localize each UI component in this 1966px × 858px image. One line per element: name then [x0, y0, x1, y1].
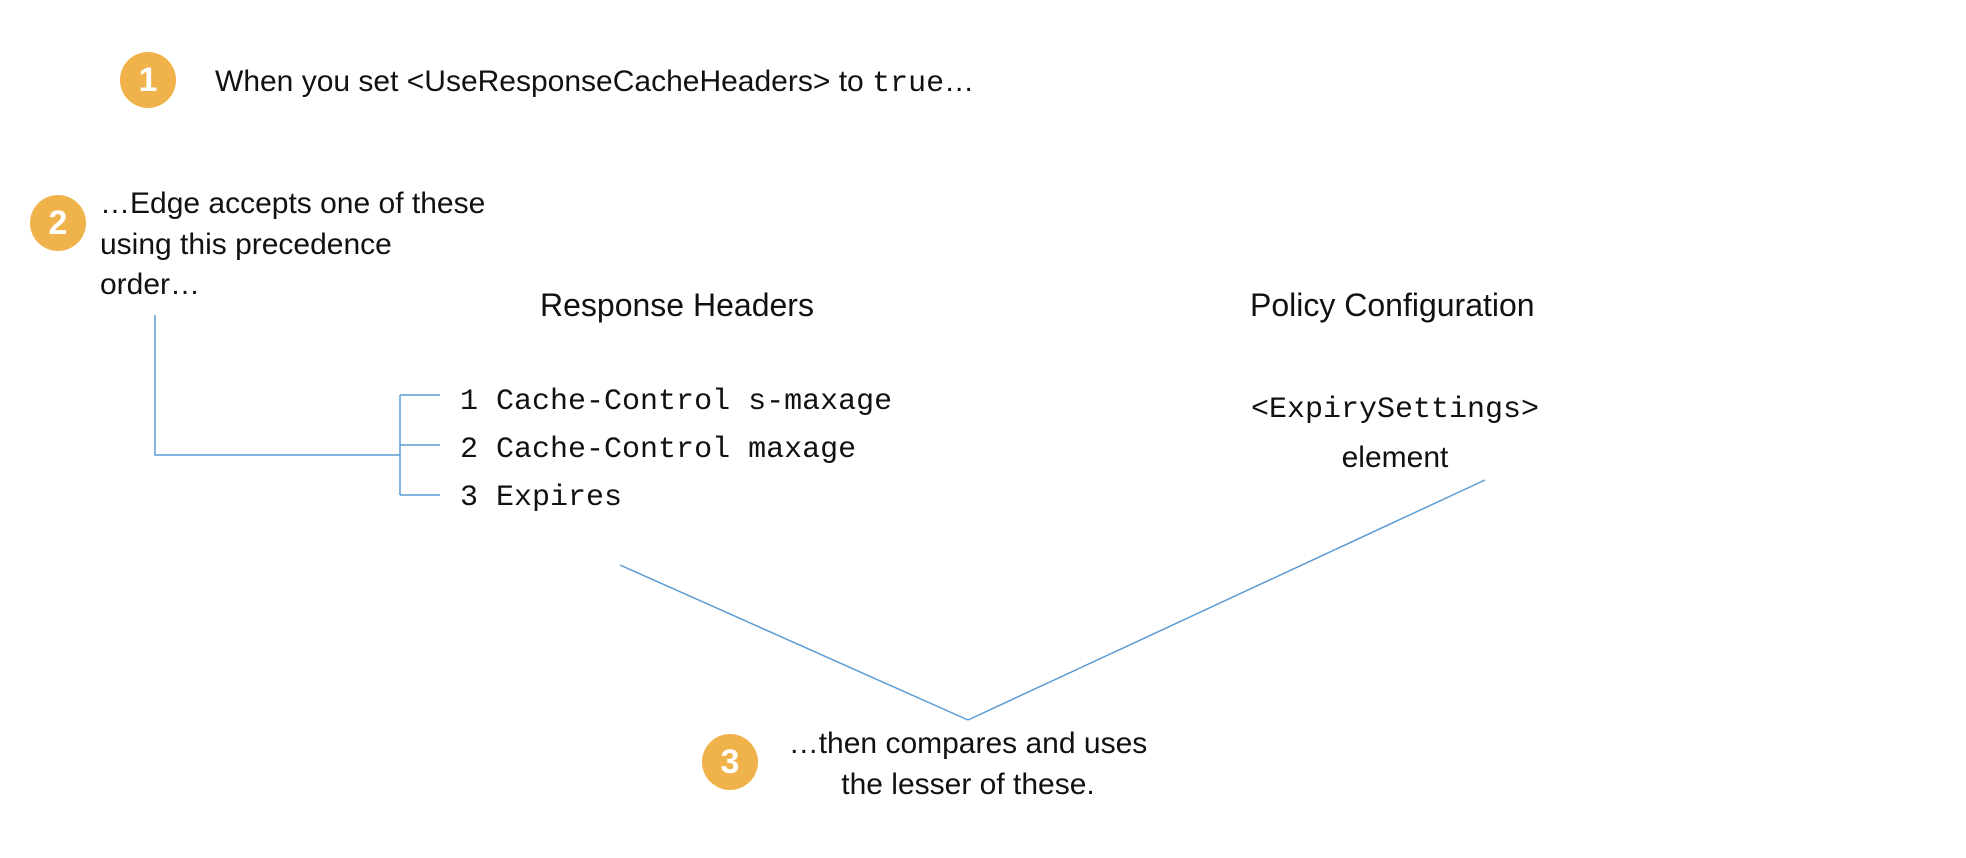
list-item: 3 Expires: [460, 474, 892, 522]
step1-suffix: …: [944, 65, 974, 98]
step2-line2: using this precedence: [100, 228, 392, 261]
item-number: 1: [460, 385, 478, 419]
step2-line1: …Edge accepts one of these: [100, 187, 485, 220]
list-item: 1 Cache-Control s-maxage: [460, 378, 892, 426]
badge-number: 2: [49, 204, 68, 243]
response-headers-list: 1 Cache-Control s-maxage 2 Cache-Control…: [460, 378, 892, 522]
step-badge-1: 1: [120, 52, 176, 108]
step-2-text: …Edge accepts one of these using this pr…: [100, 184, 485, 306]
response-headers-title: Response Headers: [540, 284, 814, 327]
policy-element-word: element: [1225, 438, 1565, 479]
list-item: 2 Cache-Control maxage: [460, 426, 892, 474]
badge-number: 3: [721, 743, 740, 782]
policy-config-title: Policy Configuration: [1250, 284, 1535, 327]
policy-expiry-tag: <ExpirySettings>: [1225, 390, 1565, 431]
step-1-text: When you set <UseResponseCacheHeaders> t…: [215, 62, 974, 105]
step-badge-3: 3: [702, 734, 758, 790]
item-label: Cache-Control maxage: [496, 433, 856, 467]
step1-value: true: [872, 67, 944, 101]
diagram: 1 When you set <UseResponseCacheHeaders>…: [0, 0, 1966, 858]
step2-line3: order…: [100, 268, 200, 301]
step1-prefix: When you set: [215, 65, 407, 98]
badge-number: 1: [139, 61, 158, 100]
step3-line1: …then compares and uses: [789, 727, 1148, 760]
step1-mid: to: [830, 65, 872, 98]
step1-tag: <UseResponseCacheHeaders>: [407, 65, 831, 98]
item-label: Expires: [496, 481, 622, 515]
item-number: 2: [460, 433, 478, 467]
item-label: Cache-Control s-maxage: [496, 385, 892, 419]
step3-line2: the lesser of these.: [841, 768, 1094, 801]
step-3-text: …then compares and uses the lesser of th…: [778, 724, 1158, 805]
step-badge-2: 2: [30, 195, 86, 251]
item-number: 3: [460, 481, 478, 515]
